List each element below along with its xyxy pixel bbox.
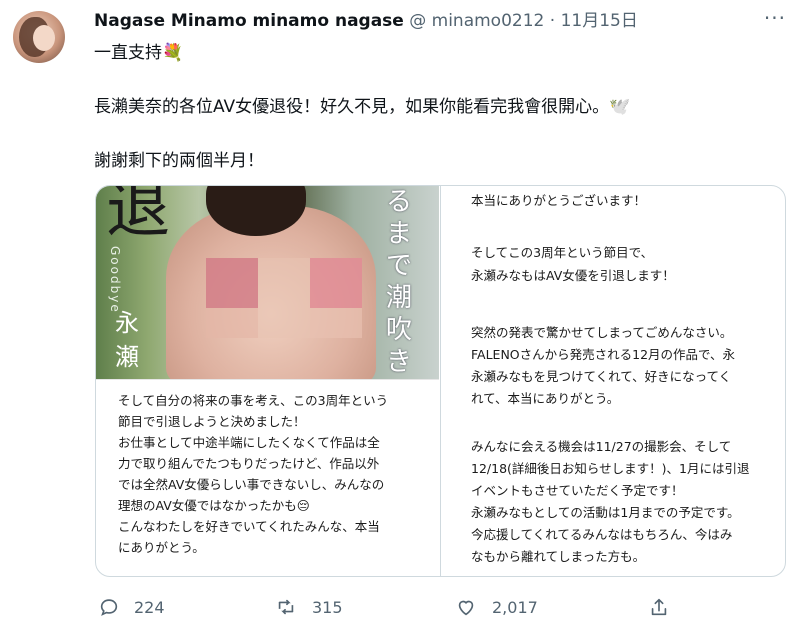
more-options-icon[interactable]: ··· bbox=[764, 6, 786, 30]
caption-line: こんなわたしを好きでいてくれたみんな、本当 bbox=[118, 519, 380, 534]
caption-line: 12/18(詳細後日お知らせします！)、1月には引退 bbox=[471, 461, 750, 476]
caption-line: では全然AV女優らしい事できないし、みんなの bbox=[118, 477, 385, 492]
caption-line: 永瀬みなもはAV女優を引退します！ bbox=[471, 268, 675, 283]
censor-block bbox=[206, 258, 258, 308]
caption-line: 突然の発表で驚かせてしまってごめんなさい。 bbox=[471, 325, 733, 340]
like-count: 2,017 bbox=[492, 597, 538, 617]
author-name[interactable]: Nagase Minamo minamo nagase bbox=[94, 11, 404, 31]
tweet-actions: 224 315 2,017 bbox=[94, 592, 784, 622]
heart-icon bbox=[458, 600, 474, 616]
reply-icon bbox=[100, 599, 118, 616]
media-caption-right: 本当にありがとうございます！ そしてこの3周年という節目で、 永瀬みなもはAV女… bbox=[440, 186, 785, 576]
censor-block bbox=[310, 308, 362, 338]
caption-line: なもから離れてしまった方も。 bbox=[471, 549, 646, 564]
caption-line: 本当にありがとうございます！ bbox=[471, 193, 647, 208]
retweet-count: 315 bbox=[312, 597, 343, 617]
tweet-text-line-2: 長瀨美奈的各位AV女優退役！好久不見，如果你能看完我會很開心。🕊️ bbox=[94, 97, 631, 117]
tweet-date[interactable]: 11月15日 bbox=[561, 11, 638, 31]
censor-block bbox=[258, 258, 310, 338]
share-button[interactable] bbox=[648, 592, 684, 622]
reply-button[interactable]: 224 bbox=[98, 592, 165, 622]
caption-line: 永瀬みなもとしての活動は1月までの予定です。 bbox=[471, 505, 740, 520]
author-handle[interactable]: @ minamo0212 bbox=[409, 11, 544, 31]
reply-count: 224 bbox=[134, 597, 165, 617]
caption-line: 理想のAV女優ではなかったかも😔 bbox=[118, 498, 310, 513]
caption-line: 永瀬みなもを見つけてくれて、好きになってく bbox=[471, 369, 732, 384]
caption-line: 今応援してくれてるみんなはもちろん、今はみ bbox=[471, 527, 733, 542]
media-photo[interactable]: 退 Goodbye 永瀬 るまで潮吹き bbox=[96, 186, 439, 379]
caption-line: FALENOさんから発売される12月の作品で、永 bbox=[471, 347, 736, 362]
photo-vertical-name: 永瀬 bbox=[115, 309, 139, 371]
tweet-media[interactable]: 退 Goodbye 永瀬 るまで潮吹き そして自分の将来の事を考え、この3周年と… bbox=[95, 185, 786, 577]
censor-block bbox=[206, 308, 258, 338]
retweet-button[interactable]: 315 bbox=[274, 592, 343, 622]
photo-big-char: 退 bbox=[106, 186, 170, 247]
tweet-header: Nagase Minamo minamo nagase @ minamo0212… bbox=[94, 6, 638, 32]
separator-dot: · bbox=[549, 11, 556, 31]
tweet-text-line-3: 謝謝剩下的兩個半月！ bbox=[94, 151, 264, 171]
caption-line: そしてこの3周年という節目で、 bbox=[471, 245, 654, 260]
caption-line: みんなに会える機会は11/27の撮影会、そして bbox=[471, 439, 732, 454]
caption-line: 節目で引退しようと決めました！ bbox=[118, 414, 306, 429]
caption-line: イベントもさせていただく予定です！ bbox=[471, 483, 684, 498]
share-icon bbox=[651, 598, 667, 616]
tweet-text-line-1: 一直支持💐 bbox=[94, 43, 184, 63]
caption-line: そして自分の将来の事を考え、この3周年という bbox=[118, 393, 389, 408]
avatar[interactable] bbox=[13, 11, 65, 63]
photo-goodbye-text: Goodbye bbox=[108, 246, 122, 314]
caption-line: れて、本当にありがとう。 bbox=[471, 391, 620, 406]
photo-vertical-text: るまで潮吹き bbox=[386, 187, 413, 377]
caption-line: 力で取り組んでたつもりだったけど、作品以外 bbox=[118, 456, 380, 471]
caption-line: お仕事として中途半端にしたくなくて作品は全 bbox=[118, 435, 380, 450]
retweet-icon bbox=[278, 599, 294, 615]
caption-line: にありがとう。 bbox=[118, 540, 205, 555]
censor-block bbox=[310, 258, 362, 308]
like-button[interactable]: 2,017 bbox=[454, 592, 538, 622]
media-caption-left: そして自分の将来の事を考え、この3周年という 節目で引退しようと決めました！ お… bbox=[96, 379, 439, 576]
avatar-face bbox=[33, 25, 55, 51]
